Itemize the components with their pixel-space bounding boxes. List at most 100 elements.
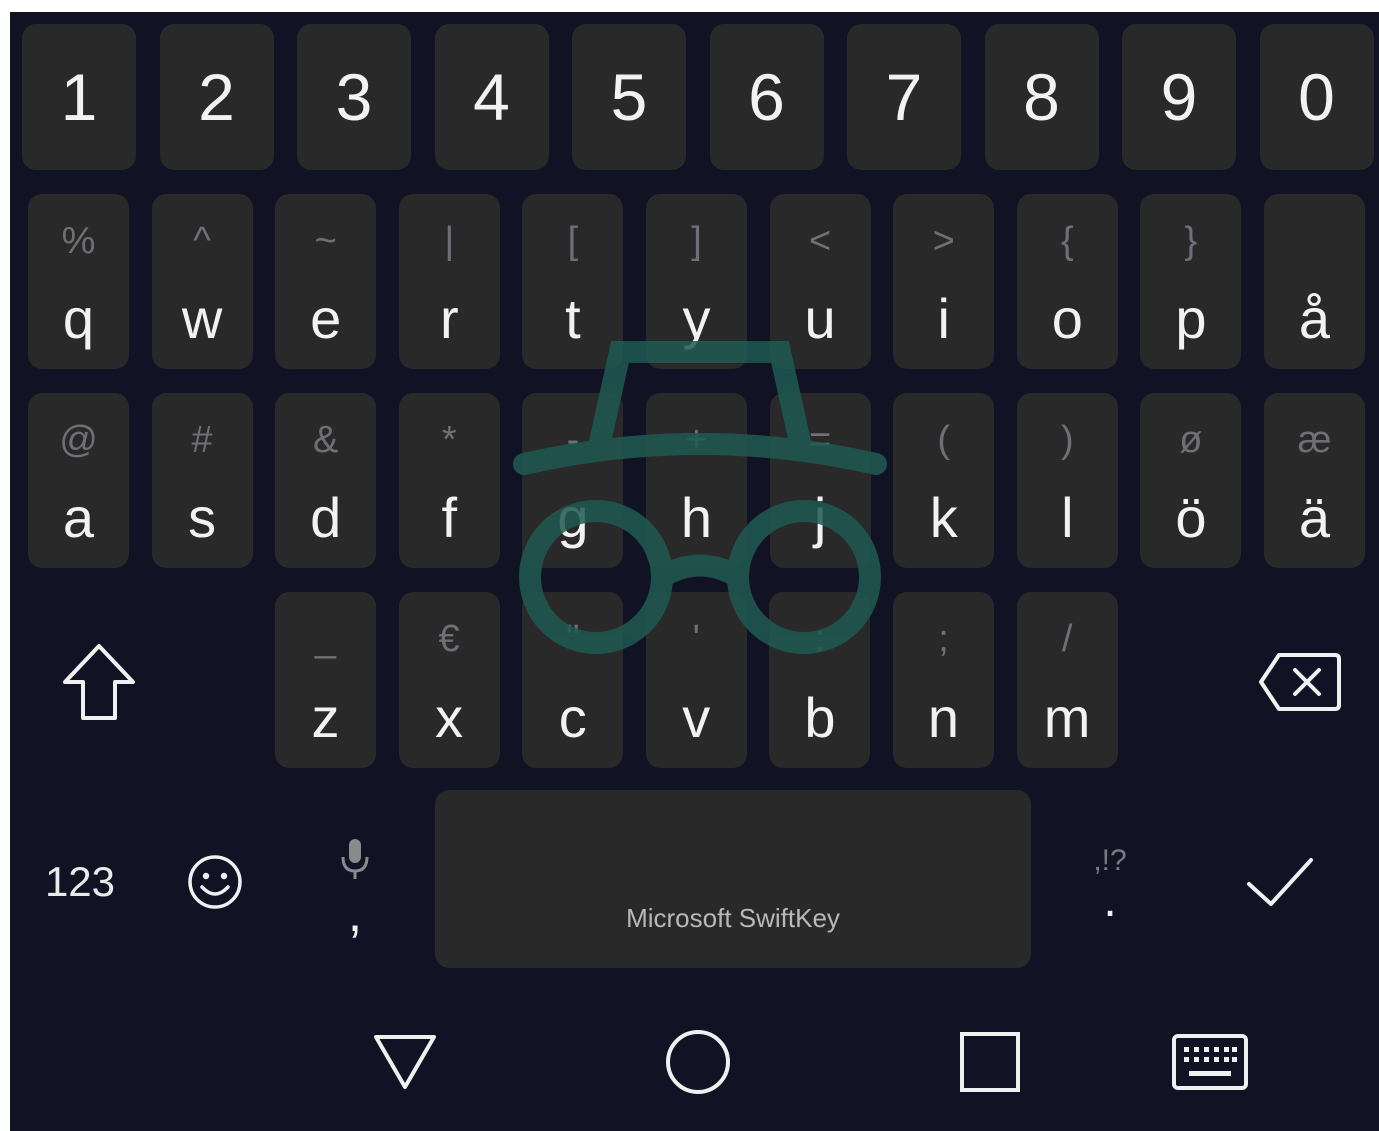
key-s[interactable]: # s — [151, 393, 253, 568]
key-h[interactable]: + h — [646, 393, 747, 568]
key-g[interactable]: -g — [522, 393, 624, 568]
key-label: ä — [1298, 486, 1331, 549]
key-label: p — [1175, 287, 1207, 350]
key-t[interactable]: [t — [522, 194, 624, 369]
keyboard-icon — [1172, 1034, 1248, 1090]
key-hint: | — [444, 220, 455, 262]
key-k[interactable]: (k — [893, 393, 995, 568]
emoji-key[interactable] — [175, 842, 255, 922]
key-u[interactable]: < u — [769, 194, 871, 369]
enter-key[interactable] — [1235, 837, 1325, 927]
key-label: d — [310, 486, 342, 549]
key-3[interactable]: 3 — [297, 24, 411, 170]
key-å[interactable]: å — [1264, 194, 1365, 369]
key-hint: æ — [1297, 419, 1332, 461]
numbers-key[interactable]: 123 — [30, 842, 130, 922]
key-hint: # — [191, 419, 213, 461]
key-label: w — [181, 287, 223, 350]
key-v[interactable]: ' v — [645, 592, 747, 768]
key-0[interactable]: 0 — [1259, 24, 1374, 170]
key-f[interactable]: * f — [398, 393, 500, 568]
key-y[interactable]: ] y — [646, 194, 747, 369]
key-label: s — [188, 486, 217, 549]
key-hint: < — [808, 220, 832, 262]
key-label: a — [62, 486, 95, 549]
key-label: x — [435, 686, 464, 749]
shift-key[interactable] — [55, 632, 143, 732]
key-m[interactable]: / m — [1016, 592, 1118, 768]
key-hint: " — [565, 618, 580, 660]
key-hint: @ — [59, 419, 98, 461]
key-hint: ; — [938, 618, 949, 660]
key-i[interactable]: > i — [893, 194, 995, 369]
nav-recents-button[interactable] — [950, 1022, 1030, 1102]
key-n[interactable]: ; n — [893, 592, 994, 768]
space-bar[interactable]: Microsoft SwiftKey — [435, 790, 1031, 968]
key-d[interactable]: & d — [275, 393, 377, 568]
key-label: c — [558, 686, 587, 749]
nav-home-button[interactable] — [658, 1022, 738, 1102]
comma-key[interactable]: , — [315, 807, 395, 957]
key-q[interactable]: % q — [28, 194, 129, 369]
key-hint: ~ — [314, 220, 337, 262]
key-hint: [ — [567, 220, 579, 262]
numbers-key-label: 123 — [44, 858, 116, 905]
key-4[interactable]: 4 — [434, 24, 549, 170]
backspace-key[interactable] — [1250, 642, 1350, 722]
key-label: 7 — [885, 60, 923, 134]
key-a[interactable]: @ a — [28, 393, 129, 568]
key-7[interactable]: 7 — [847, 24, 961, 170]
key-label: m — [1043, 686, 1091, 749]
key-hint: € — [438, 618, 460, 660]
key-hint: & — [313, 419, 339, 461]
key-ä[interactable]: æä — [1264, 393, 1365, 568]
key-z[interactable]: _ z — [275, 592, 376, 768]
period-key[interactable]: ,!? . — [1070, 812, 1150, 952]
key-ö[interactable]: øö — [1140, 393, 1242, 568]
key-hint: ' — [692, 618, 700, 660]
key-label: e — [310, 287, 342, 350]
key-hint: ø — [1179, 419, 1203, 461]
key-hint: * — [441, 419, 457, 461]
key-r[interactable]: | r — [398, 194, 500, 369]
key-label: 4 — [473, 60, 510, 134]
key-label: 2 — [198, 60, 235, 134]
keyboard: 1234567890 % q ^ w ~ e | r[t] y < u > i{o} p å @ a # s & d *… — [10, 12, 1379, 1131]
key-label: t — [565, 287, 581, 350]
key-hint: ^ — [193, 220, 212, 262]
key-hint: } — [1184, 220, 1198, 262]
key-9[interactable]: 9 — [1122, 24, 1236, 170]
mic-icon — [341, 839, 369, 880]
key-hint: ) — [1060, 419, 1074, 461]
key-label: 9 — [1160, 60, 1198, 134]
key-l[interactable]: ) l — [1016, 393, 1118, 568]
key-hint: / — [1061, 618, 1073, 660]
nav-keyboard-button[interactable] — [1165, 1022, 1255, 1102]
key-label: 8 — [1023, 60, 1060, 134]
key-label: j — [813, 486, 827, 549]
key-x[interactable]: € x — [398, 592, 500, 768]
key-6[interactable]: 6 — [709, 24, 824, 170]
nav-back-button[interactable] — [365, 1022, 445, 1102]
key-hint: - — [566, 419, 580, 461]
checkmark-icon — [1247, 858, 1313, 906]
space-bar-label: Microsoft SwiftKey — [626, 903, 840, 933]
key-w[interactable]: ^ w — [151, 194, 253, 369]
key-label: z — [311, 686, 340, 749]
key-5[interactable]: 5 — [572, 24, 686, 170]
key-o[interactable]: {o — [1016, 194, 1118, 369]
key-c[interactable]: " c — [522, 592, 624, 768]
key-label: b — [804, 686, 836, 749]
key-1[interactable]: 1 — [22, 24, 136, 170]
key-j[interactable]: = j — [769, 393, 871, 568]
key-8[interactable]: 8 — [984, 24, 1099, 170]
key-label: o — [1051, 287, 1083, 350]
key-label: y — [682, 287, 711, 350]
key-e[interactable]: ~ e — [275, 194, 377, 369]
key-2[interactable]: 2 — [159, 24, 274, 170]
key-label: g — [557, 486, 589, 549]
backspace-icon — [1259, 653, 1341, 711]
key-label: k — [929, 486, 958, 549]
key-b[interactable]: :b — [769, 592, 871, 768]
key-p[interactable]: } p — [1140, 194, 1242, 369]
